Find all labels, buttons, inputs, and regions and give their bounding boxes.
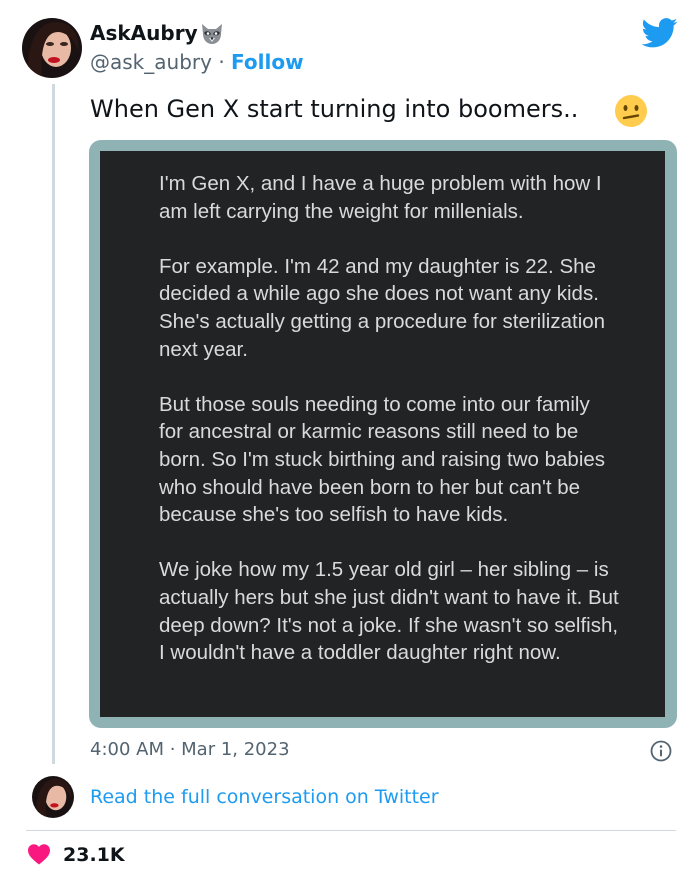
- author-name[interactable]: AskAubry: [90, 21, 198, 45]
- confused-face-icon: [614, 94, 648, 128]
- follow-button[interactable]: Follow: [231, 50, 304, 74]
- heart-icon[interactable]: [27, 843, 51, 865]
- author-handle[interactable]: @ask_aubry: [90, 50, 212, 74]
- separator-dot: ·: [218, 50, 225, 74]
- tweet-timestamp[interactable]: 4:00 AM · Mar 1, 2023: [90, 739, 290, 760]
- embedded-paragraph: We joke how my 1.5 year old girl – her s…: [159, 558, 619, 665]
- embedded-paragraph: I'm Gen X, and I have a huge problem wit…: [159, 172, 602, 223]
- embedded-post-text: I'm Gen X, and I have a huge problem wit…: [159, 170, 619, 694]
- author-avatar[interactable]: [22, 18, 82, 78]
- embedded-screenshot[interactable]: I'm Gen X, and I have a huge problem wit…: [89, 140, 677, 728]
- read-conversation-link[interactable]: Read the full conversation on Twitter: [90, 786, 439, 808]
- embedded-paragraph: But those souls needing to come into our…: [159, 392, 606, 527]
- embedded-screenshot-panel: I'm Gen X, and I have a huge problem wit…: [100, 151, 665, 717]
- divider: [26, 830, 676, 831]
- raccoon-icon: [199, 22, 225, 46]
- thread-line: [52, 84, 55, 764]
- embedded-paragraph: For example. I'm 42 and my daughter is 2…: [159, 254, 606, 361]
- twitter-bird-icon[interactable]: [641, 18, 678, 48]
- reply-avatar[interactable]: [32, 776, 74, 818]
- tweet-text: When Gen X start turning into boomers..: [90, 95, 579, 123]
- like-count: 23.1K: [63, 844, 125, 866]
- author-handle-row: @ask_aubry · Follow: [90, 50, 304, 74]
- info-icon[interactable]: [650, 740, 672, 762]
